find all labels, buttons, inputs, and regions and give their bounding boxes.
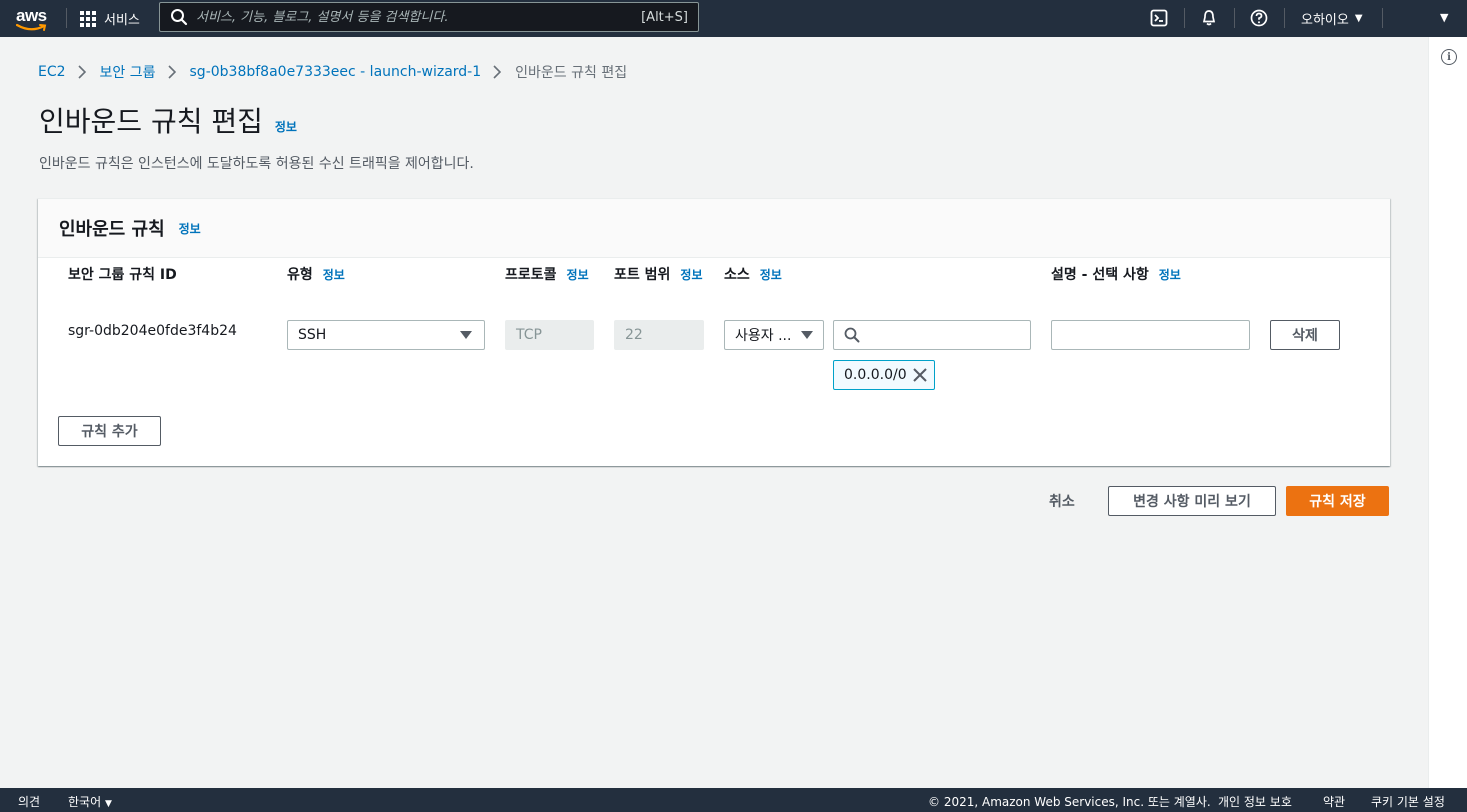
column-header-label: 포트 범위: [614, 267, 671, 283]
page-info-link[interactable]: 정보: [275, 118, 297, 135]
cancel-button[interactable]: 취소: [1049, 491, 1075, 511]
breadcrumb: EC2 보안 그룹 sg-0b38bf8a0e7333eec - launch-…: [38, 62, 627, 82]
chevron-right-icon: [77, 65, 88, 79]
region-selector[interactable]: 오하이오 ▼: [1301, 0, 1363, 37]
page-title: 인바운드 규칙 편집: [39, 105, 263, 138]
cookie-preferences-link[interactable]: 쿠키 기본 설정: [1371, 793, 1445, 810]
source-info-link[interactable]: 정보: [760, 268, 782, 282]
delete-rule-button[interactable]: 삭제: [1270, 320, 1340, 350]
panel-info-link[interactable]: 정보: [179, 220, 201, 237]
column-header-label: 프로토콜: [505, 267, 557, 283]
breadcrumb-security-group[interactable]: sg-0b38bf8a0e7333eec - launch-wizard-1: [190, 64, 482, 80]
nav-divider: [1284, 8, 1285, 28]
global-search[interactable]: [Alt+S]: [159, 2, 699, 32]
page-description: 인바운드 규칙은 인스턴스에 도달하도록 허용된 수신 트래픽을 제어합니다.: [39, 156, 474, 172]
panel-header: 인바운드 규칙 정보: [38, 199, 1390, 258]
column-header-label: 설명 - 선택 사항: [1051, 267, 1149, 283]
chevron-down-icon: ▼: [104, 799, 112, 809]
chevron-right-icon: [167, 65, 178, 79]
account-menu-chevron-down-icon[interactable]: ▼: [1440, 11, 1448, 24]
apps-grid-icon: [80, 10, 96, 27]
global-search-input[interactable]: [196, 9, 642, 25]
breadcrumb-current: 인바운드 규칙 편집: [515, 65, 628, 81]
rule-id-value: sgr-0db204e0fde3f4b24: [68, 323, 237, 339]
source-cidr-token-label: 0.0.0.0/0: [844, 367, 907, 383]
terms-link[interactable]: 약관: [1323, 793, 1345, 810]
description-field[interactable]: [1051, 320, 1250, 350]
column-header-label: 유형: [287, 267, 313, 283]
panel-title: 인바운드 규칙: [59, 219, 165, 240]
chevron-right-icon: [493, 65, 503, 79]
services-label: 서비스: [104, 13, 140, 28]
port-range-field: 22: [614, 320, 704, 350]
language-label: 한국어: [68, 795, 102, 809]
privacy-link[interactable]: 개인 정보 보호: [1218, 793, 1292, 810]
column-header-port-range: 포트 범위 정보: [614, 265, 704, 285]
protocol-field: TCP: [505, 320, 594, 350]
column-header-label: 보안 그룹 규칙 ID: [68, 267, 177, 283]
nav-divider: [1234, 8, 1235, 28]
tools-panel-strip: i: [1428, 37, 1467, 788]
add-rule-button[interactable]: 규칙 추가: [58, 416, 161, 446]
bell-icon[interactable]: [1198, 7, 1220, 29]
region-label: 오하이오: [1301, 13, 1349, 28]
footer: 의견 한국어 ▼ © 2021, Amazon Web Services, In…: [0, 788, 1467, 812]
protocol-info-link[interactable]: 정보: [567, 268, 589, 282]
type-select-value: SSH: [298, 327, 327, 343]
caret-down-icon: [801, 331, 813, 339]
search-icon: [171, 9, 188, 26]
column-header-description: 설명 - 선택 사항 정보: [1051, 265, 1181, 285]
column-header-label: 소스: [724, 267, 750, 283]
preview-changes-button[interactable]: 변경 사항 미리 보기: [1108, 486, 1276, 516]
inbound-rules-panel: 인바운드 규칙 정보 보안 그룹 규칙 ID 유형 정보 프로토콜 정보 포트 범위…: [38, 198, 1390, 466]
source-cidr-search[interactable]: [833, 320, 1031, 350]
port-range-info-link[interactable]: 정보: [680, 268, 702, 282]
column-header-protocol: 프로토콜 정보: [505, 265, 595, 285]
breadcrumb-security-groups[interactable]: 보안 그룹: [100, 62, 156, 82]
language-selector[interactable]: 한국어 ▼: [68, 793, 112, 810]
nav-divider: [1382, 8, 1383, 28]
type-info-link[interactable]: 정보: [323, 268, 345, 282]
caret-down-icon: [460, 331, 472, 339]
search-shortcut-hint: [Alt+S]: [641, 9, 688, 25]
cloudshell-icon[interactable]: [1148, 7, 1170, 29]
nav-divider: [1184, 8, 1185, 28]
description-info-link[interactable]: 정보: [1159, 268, 1181, 282]
close-icon[interactable]: [912, 367, 928, 383]
nav-divider: [66, 8, 67, 28]
page-title-row: 인바운드 규칙 편집 정보: [39, 100, 297, 140]
search-icon: [844, 327, 860, 343]
breadcrumb-ec2[interactable]: EC2: [38, 64, 66, 80]
column-header-source: 소스 정보: [724, 265, 782, 285]
type-select[interactable]: SSH: [287, 320, 485, 350]
feedback-link[interactable]: 의견: [18, 793, 40, 810]
save-rules-button[interactable]: 규칙 저장: [1286, 486, 1389, 516]
top-navigation: aws 서비스 [Alt+S]: [0, 0, 1467, 37]
info-icon[interactable]: i: [1441, 49, 1457, 65]
description-input[interactable]: [1052, 321, 1249, 349]
column-header-rule-id: 보안 그룹 규칙 ID: [68, 265, 177, 285]
source-type-value: 사용자 ...: [735, 328, 792, 344]
help-icon[interactable]: [1248, 7, 1270, 29]
source-cidr-input[interactable]: [860, 321, 1030, 349]
aws-smile-icon: [16, 23, 47, 31]
source-type-select[interactable]: 사용자 ...: [724, 320, 824, 350]
aws-logo[interactable]: aws: [14, 4, 54, 32]
copyright-text: © 2021, Amazon Web Services, Inc. 또는 계열사…: [928, 795, 1211, 809]
chevron-down-icon: ▼: [1354, 13, 1363, 24]
services-menu-button[interactable]: 서비스: [80, 0, 140, 37]
column-header-type: 유형 정보: [287, 265, 345, 285]
source-cidr-token: 0.0.0.0/0: [833, 360, 935, 390]
